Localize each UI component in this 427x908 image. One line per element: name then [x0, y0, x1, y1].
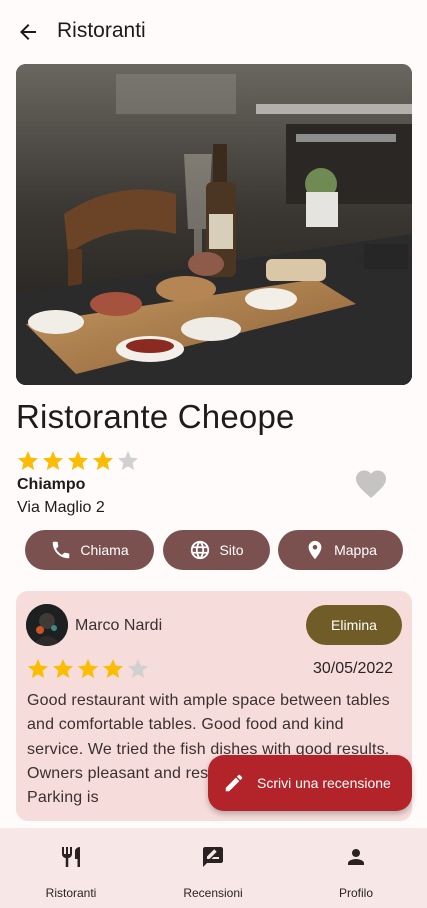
phone-icon	[53, 541, 70, 559]
edit-pencil-icon	[225, 774, 243, 792]
globe-icon	[191, 540, 210, 560]
write-review-label: Scrivi una recensione	[257, 775, 391, 791]
star-filled-icon	[28, 659, 48, 678]
restaurant-rating	[16, 449, 140, 473]
star-filled-icon	[103, 659, 123, 678]
nav-item-recensioni[interactable]: Recensioni	[142, 828, 284, 908]
call-label: Chiama	[80, 542, 129, 558]
nav-label-ristoranti: Ristoranti	[45, 886, 97, 900]
star-empty-icon	[118, 451, 138, 470]
write-review-fab[interactable]: Scrivi una recensione	[208, 755, 412, 811]
map-button[interactable]: Mappa	[278, 530, 403, 570]
nav-label-profilo: Profilo	[338, 886, 373, 900]
nav-item-ristoranti[interactable]: Ristoranti	[0, 828, 142, 908]
website-label: Sito	[219, 542, 244, 558]
person-icon	[348, 849, 364, 865]
review-rating	[26, 657, 150, 681]
star-filled-icon	[93, 451, 113, 470]
review-date: 30/05/2022	[313, 660, 394, 677]
favorite-heart-icon[interactable]	[353, 466, 389, 502]
star-filled-icon	[78, 659, 98, 678]
call-button[interactable]: Chiama	[25, 530, 154, 570]
map-label: Mappa	[334, 542, 377, 558]
restaurant-icon	[62, 847, 80, 867]
restaurant-city: Chiampo	[17, 476, 86, 493]
star-filled-icon	[43, 451, 63, 470]
restaurant-name: Ristorante Cheope	[16, 398, 295, 435]
reviewer-name: Marco Nardi	[75, 617, 163, 634]
arrow-back-icon[interactable]	[16, 20, 40, 44]
app-bar: Ristoranti	[0, 0, 427, 64]
website-button[interactable]: Sito	[163, 530, 270, 570]
nav-label-recensioni: Recensioni	[183, 886, 243, 900]
rate-review-icon	[203, 847, 223, 867]
star-filled-icon	[18, 451, 38, 470]
avatar	[26, 604, 68, 646]
restaurant-address: Via Maglio 2	[17, 499, 105, 516]
star-filled-icon	[68, 451, 88, 470]
nav-item-profilo[interactable]: Profilo	[285, 828, 427, 908]
page-title: Ristoranti	[57, 19, 146, 42]
location-pin-icon	[308, 540, 322, 560]
bottom-navigation: Ristoranti Recensioni Profilo	[0, 828, 427, 908]
star-filled-icon	[53, 659, 73, 678]
restaurant-photo	[16, 64, 412, 385]
delete-review-button[interactable]: Elimina	[306, 605, 402, 645]
star-empty-icon	[128, 659, 148, 678]
